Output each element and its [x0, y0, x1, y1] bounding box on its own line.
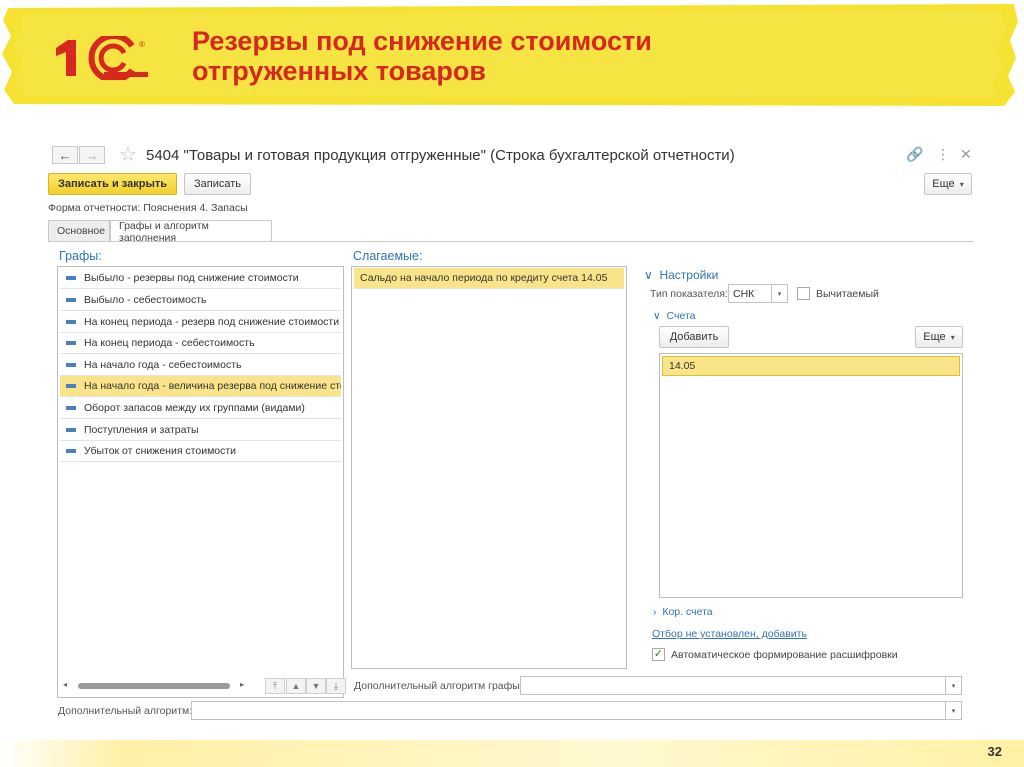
- close-icon[interactable]: ✕: [960, 146, 972, 163]
- chevron-down-icon: ▾: [959, 179, 964, 189]
- scroll-right-icon[interactable]: ▸: [240, 680, 244, 689]
- report-form-label: Форма отчетности: Пояснения 4. Запасы: [48, 202, 248, 214]
- auto-breakdown-label: Автоматическое формирование расшифровки: [671, 649, 898, 661]
- tab-divider: [48, 241, 974, 242]
- move-up-button[interactable]: ▲: [286, 678, 306, 694]
- 1c-logo: ®: [54, 33, 154, 83]
- chevron-down-icon: ▾: [945, 702, 961, 719]
- field-icon: [66, 384, 76, 388]
- more-vertical-icon[interactable]: ⋮: [936, 146, 950, 163]
- add-account-button[interactable]: Добавить: [659, 326, 729, 348]
- list-item-label: 14.05: [669, 360, 696, 372]
- tab-columns-algorithm[interactable]: Графы и алгоритм заполнения: [110, 220, 272, 244]
- save-and-close-button[interactable]: Записать и закрыть: [48, 173, 177, 195]
- accounts-header[interactable]: ∨ Счета: [653, 310, 696, 322]
- list-item-label: Сальдо на начало периода по кредиту счет…: [360, 272, 608, 284]
- extra-column-algorithm-label: Дополнительный алгоритм графы:: [354, 680, 523, 692]
- field-icon: [66, 428, 76, 432]
- move-top-button[interactable]: ⤒: [265, 678, 285, 694]
- extra-algorithm-label: Дополнительный алгоритм:: [58, 705, 193, 717]
- list-item-selected[interactable]: На начало года - величина резерва под сн…: [60, 376, 341, 397]
- forward-button[interactable]: →: [79, 146, 105, 164]
- list-item-label: Оборот запасов между их группами (видами…: [84, 402, 305, 414]
- corr-accounts-label: Кор. счета: [662, 606, 713, 618]
- corr-accounts-expander[interactable]: › Кор. счета: [653, 606, 713, 618]
- chevron-down-icon: ▾: [950, 332, 955, 342]
- settings-header[interactable]: ∨ Настройки: [644, 268, 718, 282]
- chevron-right-icon: ›: [653, 606, 657, 618]
- list-item-selected[interactable]: 14.05: [662, 356, 960, 376]
- chevron-down-icon: ∨: [644, 268, 653, 282]
- summands-header: Слагаемые:: [353, 249, 423, 263]
- list-item-label: Выбыло - себестоимость: [84, 294, 207, 306]
- slide-title: Резервы под снижение стоимости отгруженн…: [192, 26, 652, 86]
- list-item[interactable]: На конец периода - себестоимость: [60, 333, 341, 354]
- list-item-selected[interactable]: Сальдо на начало периода по кредиту счет…: [354, 268, 624, 289]
- settings-header-label: Настройки: [659, 268, 719, 282]
- indicator-type-value: СНК: [733, 287, 755, 300]
- auto-breakdown-checkbox[interactable]: ✓: [652, 648, 665, 661]
- list-item-label: Убыток от снижения стоимости: [84, 445, 237, 457]
- accounts-header-label: Счета: [666, 310, 696, 322]
- move-down-icon: ▼: [311, 681, 321, 691]
- list-item-label: Поступления и затраты: [84, 424, 199, 436]
- move-down-button[interactable]: ▼: [306, 678, 326, 694]
- link-icon[interactable]: 🔗: [906, 146, 923, 163]
- indicator-type-label: Тип показателя:: [650, 288, 728, 300]
- move-bottom-button[interactable]: ⤓: [326, 678, 346, 694]
- indicator-type-select[interactable]: СНК ▾: [728, 284, 788, 303]
- move-bottom-icon: ⤓: [334, 680, 338, 691]
- accounts-more-button[interactable]: Еще ▾: [915, 326, 963, 348]
- list-item[interactable]: Поступления и затраты: [60, 420, 341, 441]
- list-item-label: На конец периода - резерв под снижение с…: [84, 316, 340, 328]
- arrow-left-icon: ←: [58, 147, 72, 163]
- list-item[interactable]: На начало года - себестоимость: [60, 355, 341, 376]
- list-item[interactable]: Выбыло - себестоимость: [60, 290, 341, 311]
- svg-text:®: ®: [139, 40, 145, 49]
- list-item-label: На начало года - себестоимость: [84, 359, 242, 371]
- more-menu-button[interactable]: Еще ▾: [924, 173, 972, 195]
- extra-column-algorithm-field[interactable]: ▾: [520, 676, 962, 695]
- list-item[interactable]: На конец периода - резерв под снижение с…: [60, 312, 341, 333]
- field-icon: [66, 363, 76, 367]
- list-item[interactable]: Оборот запасов между их группами (видами…: [60, 398, 341, 419]
- chevron-down-icon: ▾: [945, 677, 961, 694]
- tab-main[interactable]: Основное: [48, 220, 110, 241]
- field-icon: [66, 406, 76, 410]
- field-icon: [66, 341, 76, 345]
- summands-list[interactable]: Сальдо на начало периода по кредиту счет…: [351, 266, 627, 669]
- subtractable-label: Вычитаемый: [816, 288, 879, 300]
- list-item-label: На конец периода - себестоимость: [84, 337, 255, 349]
- checkmark-icon: ✓: [653, 648, 664, 660]
- move-up-icon: ▲: [291, 681, 301, 691]
- columns-header: Графы:: [59, 249, 102, 263]
- save-button[interactable]: Записать: [184, 173, 251, 195]
- field-icon: [66, 298, 76, 302]
- add-filter-link[interactable]: Отбор не установлен, добавить: [652, 628, 807, 640]
- columns-list[interactable]: Выбыло - резервы под снижение стоимости …: [57, 266, 344, 698]
- footer-strip: [0, 740, 1024, 767]
- chevron-down-icon: ▾: [771, 285, 787, 302]
- subtractable-checkbox[interactable]: [797, 287, 810, 300]
- more-label: Еще: [932, 178, 955, 190]
- more-label: Еще: [923, 331, 946, 343]
- list-item-label: Выбыло - резервы под снижение стоимости: [84, 272, 299, 284]
- window-title: 5404 "Товары и готовая продукция отгруже…: [146, 147, 735, 164]
- list-item[interactable]: Убыток от снижения стоимости: [60, 441, 341, 462]
- page-number: 32: [987, 744, 1002, 759]
- scroll-left-icon[interactable]: ◂: [63, 680, 67, 689]
- field-icon: [66, 320, 76, 324]
- list-item-label: На начало года - величина резерва под сн…: [84, 380, 341, 392]
- extra-algorithm-field[interactable]: ▾: [191, 701, 962, 720]
- field-icon: [66, 276, 76, 280]
- arrow-right-icon: →: [85, 147, 99, 163]
- back-button[interactable]: ←: [52, 146, 78, 164]
- move-top-icon: ⤒: [273, 680, 277, 691]
- field-icon: [66, 449, 76, 453]
- list-item[interactable]: Выбыло - резервы под снижение стоимости: [60, 268, 341, 289]
- horizontal-scrollbar[interactable]: [78, 683, 230, 689]
- chevron-down-icon: ∨: [653, 310, 661, 322]
- star-icon[interactable]: ☆: [119, 142, 137, 167]
- accounts-list[interactable]: 14.05: [659, 353, 963, 598]
